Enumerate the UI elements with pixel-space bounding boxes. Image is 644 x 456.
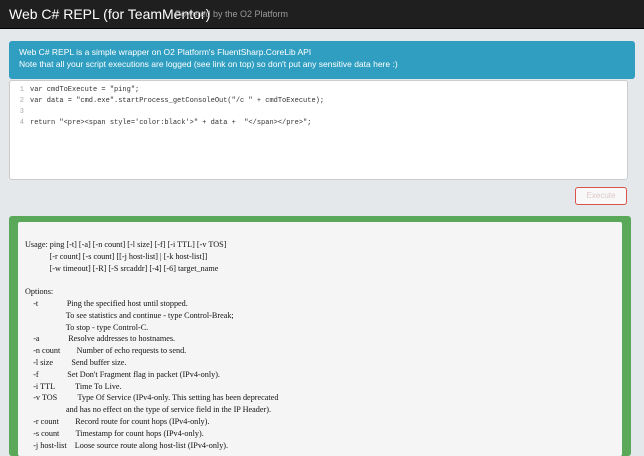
output-line: -t Ping the specified host until stopped… xyxy=(25,298,188,308)
navbar: Web C# REPL (for TeamMentor) Powered by … xyxy=(0,0,644,29)
code-text: var data = "cmd.exe".startProcess_getCon… xyxy=(30,97,325,105)
output-line: -r count Record route for count hops (IP… xyxy=(25,416,210,426)
output-line: -f Set Don't Fragment flag in packet (IP… xyxy=(25,369,220,379)
code-editor[interactable]: 1 var cmdToExecute = "ping"; 2 var data = … xyxy=(9,80,628,180)
output-content: Usage: ping [-t] [-a] [-n count] [-l siz… xyxy=(18,222,622,456)
line-number: 1 xyxy=(19,86,24,94)
output-line: Options: xyxy=(25,287,54,297)
code-line: 1 var cmdToExecute = "ping"; xyxy=(10,85,627,96)
output-line: [-w timeout] [-R] [-S srcaddr] [-4] [-6]… xyxy=(25,263,219,273)
output-line: [-r count] [-s count] [[-j host-list] | … xyxy=(25,251,208,261)
code-text: return "<pre><span style='color:black'>"… xyxy=(30,119,312,127)
code-text: var cmdToExecute = "ping"; xyxy=(30,86,140,94)
line-number: 2 xyxy=(19,97,24,105)
powered-by-text: Powered by the O2 Platform xyxy=(175,9,289,19)
output-line: Usage: ping [-t] [-a] [-n count] [-l siz… xyxy=(25,240,227,249)
code-line: 4 return "<pre><span style='color:black'>… xyxy=(10,118,627,129)
code-line: 2 var data = "cmd.exe".startProcess_getCo… xyxy=(10,96,627,107)
code-line: 3 xyxy=(10,107,627,118)
output-line: To see statistics and continue - type Co… xyxy=(25,310,234,320)
output-line: -i TTL Time To Live. xyxy=(25,381,122,391)
line-number: 3 xyxy=(19,108,24,116)
execute-button[interactable]: Execute xyxy=(575,187,627,205)
info-line: Web C# REPL is a simple wrapper on O2 Pl… xyxy=(19,47,312,57)
info-line: Note that all your script executions are… xyxy=(19,59,398,69)
output-line: -j host-list Loose source route along ho… xyxy=(25,440,229,450)
output-line: -v TOS Type Of Service (IPv4-only. This … xyxy=(25,393,279,403)
output-line: To stop - type Control-C. xyxy=(25,322,149,332)
output-line: -s count Timestamp for count hops (IPv4-… xyxy=(25,428,204,438)
line-number: 4 xyxy=(19,119,24,127)
output-panel: Usage: ping [-t] [-a] [-n count] [-l siz… xyxy=(9,216,631,456)
info-alert: Web C# REPL is a simple wrapper on O2 Pl… xyxy=(9,41,635,79)
output-line: -l size Send buffer size. xyxy=(25,357,127,367)
output-line: and has no effect on the type of service… xyxy=(25,405,272,415)
output-line: -a Resolve addresses to hostnames. xyxy=(25,334,176,344)
output-line: -n count Number of echo requests to send… xyxy=(25,346,187,356)
